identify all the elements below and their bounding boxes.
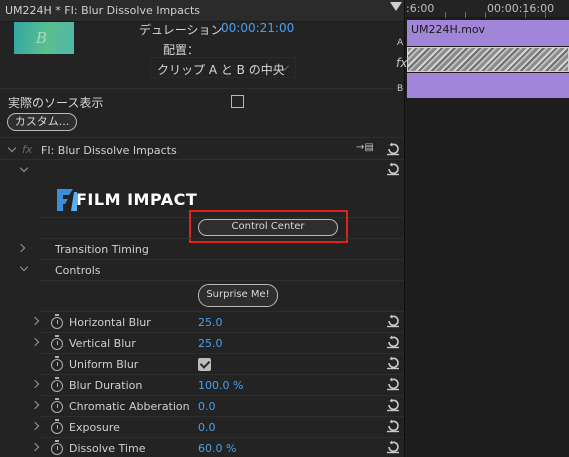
property-value-vertical-blur[interactable]: 25.0 [198,337,223,350]
reset-icon[interactable] [386,162,400,176]
divider [40,259,404,260]
property-value-horizontal-blur[interactable]: 25.0 [198,316,223,329]
fx-icon[interactable]: fx [22,143,32,156]
property-value-blur-duration[interactable]: 100.0 % [198,379,243,392]
divider [40,395,404,396]
ruler-tick [525,12,526,18]
ruler-tick [445,12,446,18]
stopwatch-icon[interactable] [51,356,63,371]
ruler-tick [485,12,486,18]
reset-icon[interactable] [386,314,400,328]
divider [40,238,404,239]
stopwatch-icon[interactable] [51,440,63,455]
panel-title-bar: UM224H * FI: Blur Dissolve Impacts [0,0,404,22]
divider [0,88,404,89]
reset-icon[interactable] [386,335,400,349]
property-label-uniform-blur: Uniform Blur [69,358,139,371]
reset-icon[interactable] [386,377,400,391]
property-label-chromatic-abberation: Chromatic Abberation [69,400,190,413]
clip-a[interactable]: UM224H.mov [407,20,569,46]
transition-thumbnail: B [14,22,74,54]
surprise-me-button[interactable]: Surprise Me! [198,284,278,307]
clip-b[interactable] [407,73,569,98]
stopwatch-icon[interactable] [51,398,63,413]
panel-title: UM224H * FI: Blur Dissolve Impacts [5,4,200,17]
show-actual-sources-checkbox[interactable] [231,95,244,108]
divider [40,416,404,417]
controls-label[interactable]: Controls [55,264,101,277]
ruler-tick [465,12,466,18]
effect-name: FI: Blur Dissolve Impacts [41,144,177,157]
reset-effect-icon[interactable] [386,142,400,156]
property-label-horizontal-blur: Horizontal Blur [69,316,151,329]
stopwatch-icon[interactable] [51,419,63,434]
film-impact-logo: FILM IMPACT [56,188,197,214]
ruler-time-left: :6:00 [406,2,435,15]
uniform-blur-checkbox[interactable] [198,358,211,371]
logo-text: FILM IMPACT [76,190,198,209]
divider [40,353,404,354]
alignment-label: 配置： [163,43,200,57]
divider [0,137,404,138]
playhead-marker[interactable] [390,2,402,11]
divider [40,311,404,312]
transition-clip[interactable] [407,47,569,72]
effect-menu-icon[interactable]: →▤ [356,142,374,153]
custom-button[interactable]: カスタム... [7,113,77,131]
track-label-a: A [397,38,404,48]
property-label-dissolve-time: Dissolve Time [69,442,146,455]
reset-icon[interactable] [386,419,400,433]
property-label-vertical-blur: Vertical Blur [69,337,136,350]
stopwatch-icon[interactable] [51,335,63,350]
reset-icon[interactable] [386,356,400,370]
alignment-selected: クリップ A と B の中央 [157,63,285,77]
thumbnail-letter: B [36,29,48,47]
divider [40,437,404,438]
show-actual-sources-label: 実際のソース表示 [8,96,104,110]
property-value-exposure[interactable]: 0.0 [198,421,216,434]
stopwatch-icon[interactable] [51,314,63,329]
fx-track-icon: fx [396,56,408,70]
chevron-down-icon: ⌵ [280,60,289,73]
reset-icon[interactable] [386,398,400,412]
reset-icon[interactable] [386,440,400,454]
film-impact-logo-mark [57,189,77,211]
property-value-chromatic-abberation[interactable]: 0.0 [198,400,216,413]
track-label-b: B [397,84,404,94]
stopwatch-icon[interactable] [51,377,63,392]
divider [40,374,404,375]
divider [0,159,404,160]
clip-a-name: UM224H.mov [411,23,486,36]
transition-timing-label[interactable]: Transition Timing [55,243,149,256]
divider [40,332,404,333]
duration-value[interactable]: 00:00:21:00 [221,21,294,35]
duration-label: デュレーション [139,23,223,37]
divider [40,280,404,281]
property-label-blur-duration: Blur Duration [69,379,143,392]
property-value-dissolve-time[interactable]: 60.0 % [198,442,236,455]
alignment-dropdown[interactable]: クリップ A と B の中央 ⌵ [150,57,296,78]
ruler-tick [545,12,546,18]
property-label-exposure: Exposure [69,421,120,434]
timeline-ruler[interactable]: :6:00 00:00:16:00 [405,0,569,18]
